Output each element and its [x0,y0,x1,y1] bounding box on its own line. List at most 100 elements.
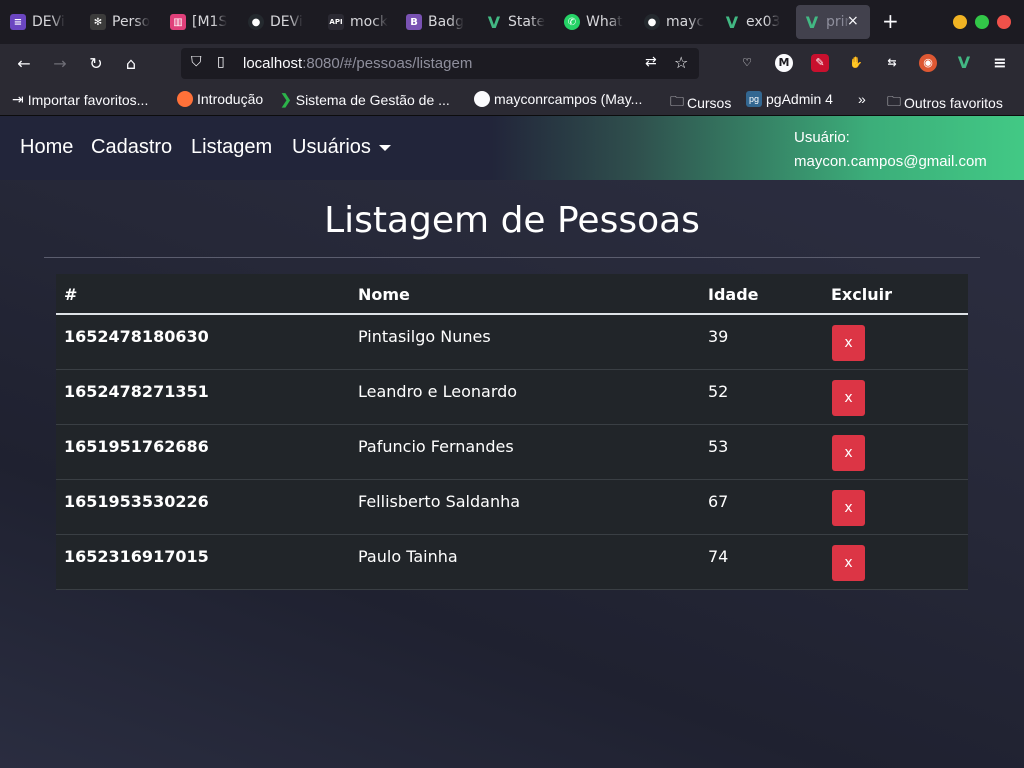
browser-tab[interactable]: ✆ What [556,5,634,39]
forward-arrow-icon[interactable]: → [50,54,70,74]
whatsapp-icon: ✆ [564,14,580,30]
column-header-idade: Idade [708,285,759,304]
bookmark-import[interactable]: ⇥ Importar favoritos... [12,91,148,108]
menu-icon[interactable]: ≡ [991,54,1009,72]
board-icon: ▥ [170,14,186,30]
duckduckgo-icon[interactable]: ◉ [919,54,937,72]
cell-idade: 74 [708,547,729,566]
github-icon: ● [644,14,660,30]
gnome-icon[interactable]: ✋ [847,54,865,72]
mockapi-icon: API [328,14,344,30]
user-label: Usuário: [794,129,850,146]
firefox-icon [177,91,193,107]
m-extension-icon[interactable]: M [775,54,793,72]
home-icon[interactable]: ⌂ [121,54,141,74]
translate-extension-icon[interactable]: ⇆ [883,54,901,72]
folder-icon: 🗀 [670,93,684,109]
page-icon: ▯ [217,54,225,70]
cell-idade: 67 [708,492,729,511]
column-header-id: # [64,285,78,304]
nav-home[interactable]: Home [20,136,73,159]
delete-button[interactable]: x [832,545,865,581]
delete-button[interactable]: x [832,435,865,471]
pocket-icon[interactable]: ♡ [738,54,756,72]
bookmark-pgadmin[interactable]: pg pgAdmin 4 [746,91,833,107]
browser-tab[interactable]: ≡ DEVi [2,5,80,39]
browser-tab[interactable]: ✻ Perso [82,5,160,39]
cell-nome: Leandro e Leonardo [358,382,518,401]
browser-tab[interactable]: ▥ [M1S [162,5,240,39]
bookmarks-overflow-button[interactable]: » [858,91,866,107]
page-title: Listagem de Pessoas [324,200,700,241]
list-icon: ≡ [10,14,26,30]
cell-nome: Pintasilgo Nunes [358,327,491,346]
chevron-right-icon: ❯ [280,91,292,107]
user-email: maycon.campos@gmail.com [794,153,987,170]
browser-navigation-bar: ← → ↻ ⌂ ⛉ ▯ localhost:8080/#/pessoas/lis… [0,44,1024,84]
cell-id: 1652478271351 [64,382,209,401]
app-navbar: Home Cadastro Listagem Usuários Usuário:… [0,116,1024,180]
cell-id: 1651953530226 [64,492,209,511]
table-row: 1652478180630 Pintasilgo Nunes 39 x [56,315,968,370]
user-info: Usuário: maycon.campos@gmail.com [794,126,987,174]
caret-down-icon [378,144,391,151]
nav-cadastro[interactable]: Cadastro [91,136,172,159]
url-text: localhost:8080/#/pessoas/listagem [243,55,473,72]
cell-idade: 52 [708,382,729,401]
extension-icon[interactable]: ✎ [811,54,829,72]
bootstrap-icon: B [406,14,422,30]
browser-tab[interactable]: V ex03 [716,5,794,39]
cell-idade: 39 [708,327,729,346]
github-icon: ● [248,14,264,30]
cell-id: 1651951762686 [64,437,209,456]
url-bar[interactable]: ⛉ ▯ localhost:8080/#/pessoas/listagem ⇄ … [181,48,699,79]
bookmark-sistema[interactable]: ❯ Sistema de Gestão de ... [280,91,450,108]
gear-icon: ✻ [90,14,106,30]
reload-icon[interactable]: ↻ [86,54,106,74]
close-tab-icon[interactable]: × [847,13,859,29]
vue-icon: V [487,12,501,32]
nav-usuarios-dropdown[interactable]: Usuários [292,136,391,159]
browser-tab-bar: ≡ DEVi ✻ Perso ▥ [M1S ● DEVi API mock B … [0,0,1024,44]
folder-icon: 🗀 [887,93,901,109]
bookmark-star-icon[interactable]: ☆ [674,53,688,72]
maximize-button[interactable] [975,15,989,29]
minimize-button[interactable] [953,15,967,29]
nav-listagem[interactable]: Listagem [191,136,272,159]
bookmark-folder-outros[interactable]: 🗀 Outros favoritos [887,91,1003,115]
table-header: # Nome Idade Excluir [56,274,968,315]
vue-devtools-icon[interactable]: V [955,54,973,72]
table-row: 1652478271351 Leandro e Leonardo 52 x [56,370,968,425]
browser-tab[interactable]: ● DEVi [240,5,318,39]
new-tab-button[interactable]: + [882,10,899,32]
delete-button[interactable]: x [832,380,865,416]
cell-id: 1652478180630 [64,327,209,346]
bookmark-folder-cursos[interactable]: 🗀 Cursos [670,91,731,115]
import-icon: ⇥ [12,91,24,107]
table-row: 1651953530226 Fellisberto Saldanha 67 x [56,480,968,535]
browser-tab[interactable]: API mock [320,5,398,39]
table-row: 1652316917015 Paulo Tainha 74 x [56,535,968,590]
bookmarks-bar: ⇥ Importar favoritos... Introdução ❯ Sis… [0,84,1024,116]
vue-icon: V [805,12,819,32]
bookmark-github[interactable]: mayconrcampos (May... [474,91,642,107]
delete-button[interactable]: x [832,490,865,526]
cell-nome: Pafuncio Fernandes [358,437,514,456]
translate-icon[interactable]: ⇄ [645,54,657,70]
shield-icon[interactable]: ⛉ [191,54,202,70]
cell-idade: 53 [708,437,729,456]
github-icon [474,91,490,107]
browser-tab[interactable]: ● mayc [636,5,714,39]
bookmark-introducao[interactable]: Introdução [177,91,263,107]
cell-nome: Fellisberto Saldanha [358,492,521,511]
close-window-button[interactable] [997,15,1011,29]
column-header-nome: Nome [358,285,410,304]
browser-tab[interactable]: B Badg [398,5,476,39]
delete-button[interactable]: x [832,325,865,361]
column-header-excluir: Excluir [831,285,892,304]
pgadmin-icon: pg [746,91,762,107]
browser-tab[interactable]: V State [478,5,556,39]
back-arrow-icon[interactable]: ← [14,54,34,74]
browser-tab-active[interactable]: V prir [796,5,870,39]
cell-id: 1652316917015 [64,547,209,566]
